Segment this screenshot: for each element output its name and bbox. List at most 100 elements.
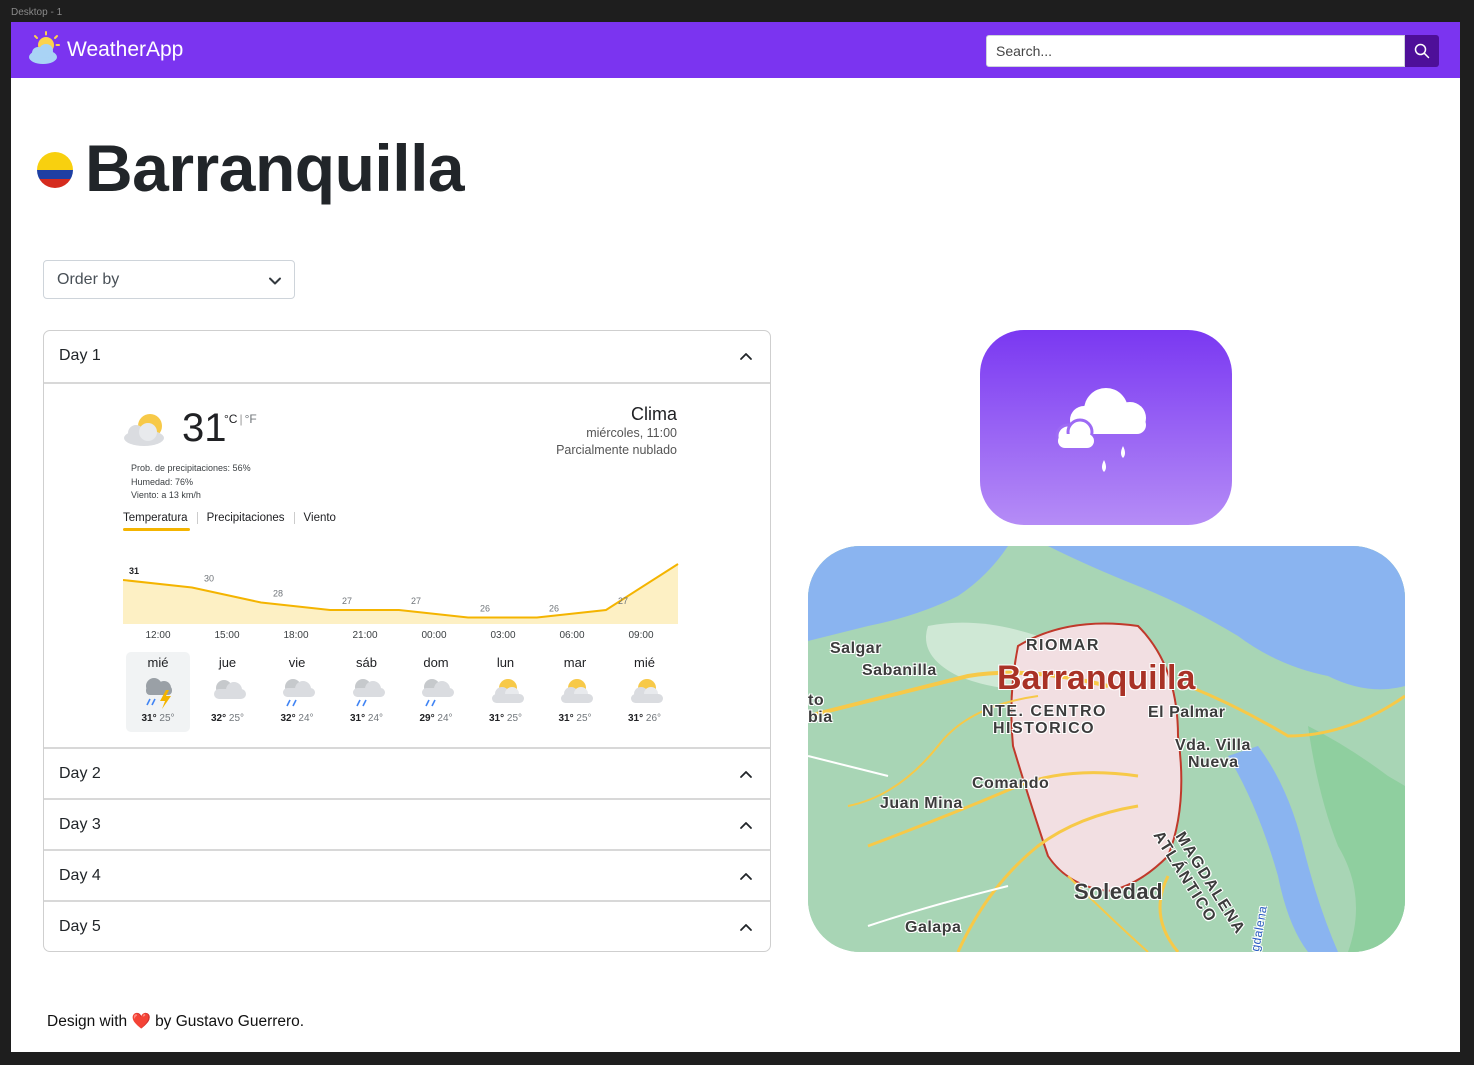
- unit-toggle: °C | °F: [224, 412, 257, 426]
- temperature-point-label: 30: [204, 574, 214, 584]
- chevron-up-icon: [740, 822, 752, 829]
- day-name: vie: [288, 655, 306, 670]
- colombia-flag-icon: [37, 152, 73, 188]
- weather-condition: Parcialmente nublado: [556, 443, 677, 457]
- accordion-header-day-4[interactable]: Day 4: [44, 851, 770, 902]
- accordion-title: Day 1: [59, 347, 101, 364]
- chevron-up-icon: [740, 771, 752, 778]
- weather-title: Clima: [630, 404, 677, 424]
- humidity-text: Humedad: 76%: [131, 476, 194, 487]
- map-label-juan-mina: Juan Mina: [880, 795, 963, 812]
- map-label-galapa: Galapa: [905, 919, 962, 936]
- footer: Design with ❤️ by Gustavo Guerrero.: [47, 1012, 304, 1031]
- map-label-comando: Comando: [972, 775, 1050, 792]
- accordion-item-day-1: Day 1 31 °C | °F Prob. de precipitaciones:…: [44, 331, 770, 749]
- forecast-day[interactable]: mié 31° 25°: [126, 652, 190, 732]
- day-temps: 32° 24°: [280, 713, 314, 724]
- day-name: sáb: [356, 655, 377, 670]
- tab-precipitaciones[interactable]: Precipitaciones: [196, 512, 294, 524]
- weather-tabs: Temperatura Precipitaciones Viento: [123, 512, 345, 531]
- thunderstorm-icon: [146, 678, 172, 709]
- unit-celsius[interactable]: °C: [224, 412, 237, 426]
- day-name: jue: [218, 655, 237, 670]
- temperature-point-label: 26: [549, 604, 559, 614]
- hour-label: 00:00: [421, 630, 447, 641]
- chevron-up-icon: [740, 924, 752, 931]
- day-temps: 31° 25°: [488, 713, 523, 724]
- days-accordion: Day 1 31 °C | °F Prob. de precipitaciones:…: [43, 330, 771, 952]
- partly-cloudy-icon: [630, 679, 663, 703]
- city-title: Barranquilla: [85, 131, 465, 205]
- search-icon: [1414, 43, 1430, 59]
- accordion-title: Day 4: [59, 867, 101, 884]
- weather-place: Clima miércoles, 11:00 Parcialmente nubl…: [556, 404, 677, 459]
- day-temps: 31° 25°: [141, 713, 175, 724]
- partly-cloudy-icon: [491, 679, 524, 703]
- chevron-up-icon: [740, 873, 752, 880]
- map-label-sabanilla: Sabanilla: [862, 662, 937, 679]
- search-input[interactable]: [986, 35, 1405, 67]
- daily-forecast: mié 31° 25° jue 32° 25° vie 32° 24° sáb 31° 24°…: [123, 652, 683, 732]
- search-button[interactable]: [1405, 35, 1439, 67]
- day-name: dom: [423, 655, 449, 670]
- temperature-point-label: 28: [273, 589, 283, 599]
- rain-cloud-icon: [1055, 388, 1146, 472]
- navbar: WeatherApp: [11, 22, 1460, 78]
- forecast-day[interactable]: mié 31° 26°: [613, 652, 677, 732]
- rain-icon: [352, 679, 385, 707]
- brand-name[interactable]: WeatherApp: [67, 38, 183, 62]
- app-frame: WeatherApp Barranquilla Order by Day 1: [11, 22, 1460, 1052]
- day-temps: 29° 24°: [419, 713, 453, 724]
- order-by-label: Order by: [57, 271, 120, 288]
- accordion-title: Day 3: [59, 816, 101, 833]
- day-name: mié: [147, 655, 169, 670]
- forecast-day[interactable]: dom 29° 24°: [404, 652, 468, 732]
- city-map[interactable]: Salgar Sabanilla RIOMAR Barranquilla to …: [808, 546, 1405, 952]
- forecast-day[interactable]: sáb 31° 24°: [335, 652, 399, 732]
- weather-icon-card: [980, 330, 1232, 525]
- forecast-day[interactable]: jue 32° 25°: [196, 652, 260, 732]
- temperature-point-label: 31: [129, 566, 139, 576]
- cloudy-icon: [213, 680, 246, 699]
- footer-text-after: by Gustavo Guerrero.: [155, 1013, 305, 1030]
- day-temps: 31° 26°: [627, 713, 662, 724]
- temperature-point-label: 27: [342, 596, 352, 606]
- map-label-barranquilla: Barranquilla: [997, 659, 1196, 697]
- accordion-header-day-1[interactable]: Day 1: [44, 331, 770, 382]
- temperature-point-label: 26: [480, 604, 490, 614]
- frame-label: Desktop - 1: [11, 7, 63, 18]
- map-label-salgar: Salgar: [830, 640, 882, 657]
- precipitation-text: Prob. de precipitaciones: 56%: [131, 463, 251, 473]
- accordion-header-day-3[interactable]: Day 3: [44, 800, 770, 851]
- temperature-point-label: 27: [411, 596, 421, 606]
- partly-cloudy-icon: [124, 414, 164, 446]
- tab-temperatura[interactable]: Temperatura: [123, 512, 197, 531]
- day-temps: 31° 25°: [558, 713, 592, 724]
- chevron-up-icon: [740, 353, 752, 360]
- weather-datetime: miércoles, 11:00: [586, 426, 677, 440]
- day-name: mié: [634, 655, 655, 670]
- hour-label: 15:00: [214, 630, 240, 641]
- day-temps: 32° 25°: [210, 713, 245, 724]
- map-label-to: to: [808, 692, 825, 709]
- wind-text: Viento: a 13 km/h: [131, 490, 201, 500]
- accordion-header-day-5[interactable]: Day 5: [44, 902, 770, 951]
- tab-viento[interactable]: Viento: [293, 512, 345, 524]
- forecast-day[interactable]: lun 31° 25°: [474, 652, 538, 732]
- forecast-day[interactable]: vie 32° 24°: [265, 652, 329, 732]
- accordion-header-day-2[interactable]: Day 2: [44, 749, 770, 800]
- forecast-day[interactable]: mar 31° 25°: [543, 652, 607, 732]
- map-label-riomar: RIOMAR: [1026, 637, 1100, 654]
- footer-text-before: Design with: [47, 1013, 128, 1030]
- unit-fahrenheit[interactable]: °F: [245, 412, 257, 426]
- temperature-point-label: 27: [618, 596, 628, 606]
- order-by-select[interactable]: Order by: [43, 260, 295, 299]
- hour-label: 21:00: [352, 630, 378, 641]
- weather-widget: 31 °C | °F Prob. de precipitaciones: 56% H…: [44, 382, 770, 747]
- map-label-el-palmar: El Palmar: [1148, 704, 1226, 721]
- accordion-title: Day 5: [59, 918, 101, 935]
- map-label-bia: bia: [808, 709, 833, 726]
- map-label-centro-historico-1: NTE. CENTRO: [982, 703, 1107, 720]
- partly-cloudy-icon: [561, 679, 593, 703]
- sun-cloud-icon: [29, 31, 60, 64]
